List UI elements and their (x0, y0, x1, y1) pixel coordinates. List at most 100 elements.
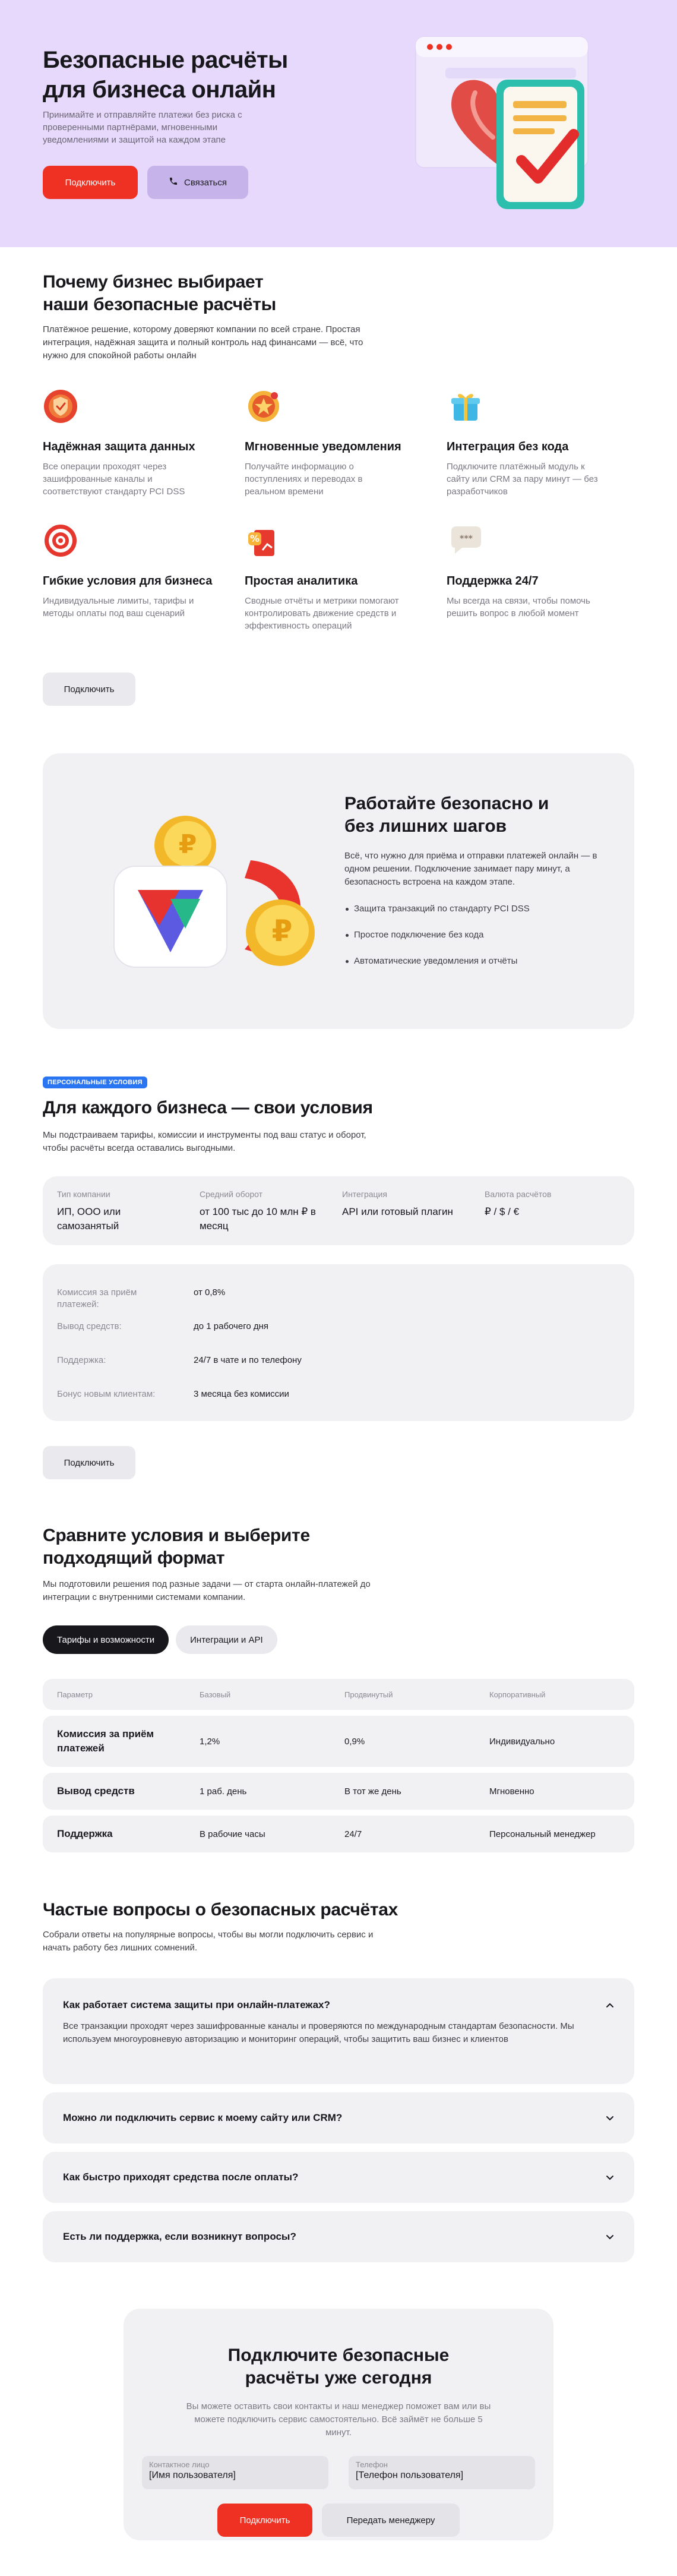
param-label: Валюта расчётов (485, 1189, 552, 1199)
compare-text: Мы подготовили решения под разные задачи… (43, 1579, 371, 1602)
compare-tabs: Тарифы и возможности Интеграции и API (43, 1625, 277, 1654)
faq-question-text: Есть ли поддержка, если возникнут вопрос… (63, 2231, 296, 2242)
condition-value: до 1 рабочего дня (194, 1321, 269, 1331)
chevron-down-icon (606, 2116, 613, 2121)
promo-text: Всё, что нужно для приёма и отправки пла… (344, 851, 597, 887)
feature-text: Получайте информацию о поступлениях и пе… (245, 462, 363, 497)
feature-card: Надёжная защита данных Все операции прох… (43, 387, 245, 498)
chat-icon: *** (451, 526, 481, 554)
feature-text: Все операции проходят через зашифрованны… (43, 462, 185, 497)
feature-title: Гибкие условия для бизнеса (43, 574, 213, 588)
shield-icon (44, 390, 77, 423)
svg-text:***: *** (460, 534, 473, 544)
param-label: Интеграция (342, 1189, 387, 1199)
faq-question[interactable]: Как быстро приходят средства после оплат… (63, 2152, 614, 2203)
condition-row: Комиссия за приём платежей: от 0,8% (57, 1287, 620, 1321)
param-column: Тип компании ИП, ООО или самозанятый (57, 1189, 200, 1233)
faq-question[interactable]: Можно ли подключить сервис к моему сайту… (63, 2092, 614, 2143)
faq-text: Собрали ответы на популярные вопросы, чт… (43, 1930, 374, 1953)
conditions-text: Мы подстраиваем тарифы, комиссии и инстр… (43, 1130, 366, 1153)
condition-key: Комиссия за приём платежей: (57, 1287, 137, 1309)
svg-text:%: % (250, 533, 260, 544)
hero-contact-button[interactable]: Связаться (147, 166, 248, 199)
param-label: Тип компании (57, 1189, 110, 1199)
contact-field[interactable]: Контактное лицо (142, 2456, 328, 2489)
faq-item[interactable]: Как работает система защиты при онлайн-п… (43, 1978, 634, 2084)
hero-section: Безопасные расчёты для бизнеса онлайн Пр… (0, 0, 677, 247)
secure-document-illustration (415, 36, 589, 209)
why-connect-button[interactable]: Подключить (43, 673, 135, 706)
row-basic: 1,2% (200, 1736, 220, 1747)
param-column: Интеграция API или готовый плагин (342, 1189, 485, 1233)
feature-text: Индивидуальные лимиты, тарифы и методы о… (43, 596, 194, 618)
faq-item[interactable]: Есть ли поддержка, если возникнут вопрос… (43, 2211, 634, 2262)
header-basic: Базовый (200, 1690, 231, 1699)
faq-item[interactable]: Можно ли подключить сервис к моему сайту… (43, 2092, 634, 2143)
row-param: Поддержка (57, 1828, 113, 1839)
feature-card: Интеграция без кода Подключите платёжный… (447, 387, 637, 498)
row-corporate: Мгновенно (489, 1786, 534, 1797)
percent-icon: % (248, 530, 274, 556)
feature-title: Надёжная защита данных (43, 440, 195, 453)
faq-answer: Все транзакции проходят через зашифрован… (63, 2021, 574, 2044)
cta-connect-button[interactable]: Подключить (217, 2504, 312, 2537)
chevron-down-icon (606, 2235, 613, 2240)
table-row: Комиссия за приём платежей 1,2% 0,9% Инд… (43, 1716, 634, 1767)
svg-text:₽: ₽ (272, 914, 293, 948)
row-corporate: Персональный менеджер (489, 1829, 596, 1839)
feature-card: % Простая аналитика Сводные отчёты и мет… (245, 522, 447, 632)
hero-text: Принимайте и отправляйте платежи без рис… (43, 110, 242, 145)
hero-title: Безопасные расчёты для бизнеса онлайн (43, 47, 288, 103)
feature-card: *** Поддержка 24/7 Мы всегда на связи, ч… (447, 522, 637, 632)
header-corporate: Корпоративный (489, 1690, 546, 1699)
promo-bullet: Автоматические уведомления и отчёты (344, 955, 530, 967)
feature-card: Гибкие условия для бизнеса Индивидуальны… (43, 522, 245, 632)
header-param: Параметр (57, 1690, 93, 1699)
row-advanced: В тот же день (344, 1786, 401, 1797)
why-title: Почему бизнес выбирает наши безопасные р… (43, 272, 276, 314)
row-basic: В рабочие часы (200, 1829, 265, 1839)
target-icon (45, 525, 77, 557)
faq-title: Частые вопросы о безопасных расчётах (43, 1900, 398, 1920)
feature-text: Подключите платёжный модуль к сайту или … (447, 462, 598, 497)
feature-title: Простая аналитика (245, 574, 358, 588)
table-row: Вывод средств 1 раб. день В тот же день … (43, 1773, 634, 1810)
faq-question[interactable]: Есть ли поддержка, если возникнут вопрос… (63, 2211, 614, 2262)
row-param: Комиссия за приём платежей (57, 1728, 154, 1754)
send-to-manager-button[interactable]: Передать менеджеру (322, 2504, 460, 2537)
why-text: Платёжное решение, которому доверяют ком… (43, 324, 363, 361)
phone-label: Телефон (356, 2460, 388, 2469)
condition-row: Бонус новым клиентам: 3 месяца без комис… (57, 1388, 620, 1422)
page: Безопасные расчёты для бизнеса онлайн Пр… (0, 0, 677, 2540)
phone-field[interactable]: Телефон (349, 2456, 535, 2489)
condition-key: Вывод средств: (57, 1321, 122, 1331)
promo-bullets: Защита транзакций по стандарту PCI DSS П… (344, 903, 530, 981)
compare-table-header: Параметр Базовый Продвинутый Корпоративн… (43, 1679, 634, 1710)
promo-bullet: Простое подключение без кода (344, 929, 530, 941)
header-advanced: Продвинутый (344, 1690, 393, 1699)
tab-tariffs[interactable]: Тарифы и возможности (43, 1625, 169, 1654)
contact-label: Контактное лицо (149, 2460, 210, 2469)
param-column: Средний оборот от 100 тыс до 10 млн ₽ в … (200, 1189, 342, 1233)
phone-input[interactable] (356, 2470, 528, 2481)
contact-input[interactable] (149, 2470, 321, 2481)
hero-connect-button[interactable]: Подключить (43, 166, 138, 199)
condition-value: от 0,8% (194, 1287, 226, 1298)
tab-integrations[interactable]: Интеграции и API (176, 1625, 277, 1654)
condition-row: Поддержка: 24/7 в чате и по телефону (57, 1355, 620, 1388)
coins-illustration: ₽ ₽ (113, 816, 315, 968)
condition-value: 3 месяца без комиссии (194, 1389, 289, 1399)
param-value: ₽ / $ / € (485, 1206, 520, 1217)
bell-icon (248, 391, 279, 422)
svg-text:₽: ₽ (179, 829, 197, 860)
hero-buttons: Подключить Связаться (43, 166, 248, 199)
phone-icon (169, 176, 178, 188)
faq-item[interactable]: Как быстро приходят средства после оплат… (43, 2152, 634, 2203)
conditions-badge: ПЕРСОНАЛЬНЫЕ УСЛОВИЯ (43, 1077, 147, 1088)
feature-text: Сводные отчёты и метрики помогают контро… (245, 596, 399, 631)
param-column: Валюта расчётов ₽ / $ / € (485, 1189, 627, 1233)
feature-title: Интеграция без кода (447, 440, 569, 453)
conditions-details: Комиссия за приём платежей: от 0,8% Выво… (43, 1264, 634, 1421)
conditions-connect-button[interactable]: Подключить (43, 1446, 135, 1479)
faq-question-text: Как быстро приходят средства после оплат… (63, 2171, 299, 2183)
